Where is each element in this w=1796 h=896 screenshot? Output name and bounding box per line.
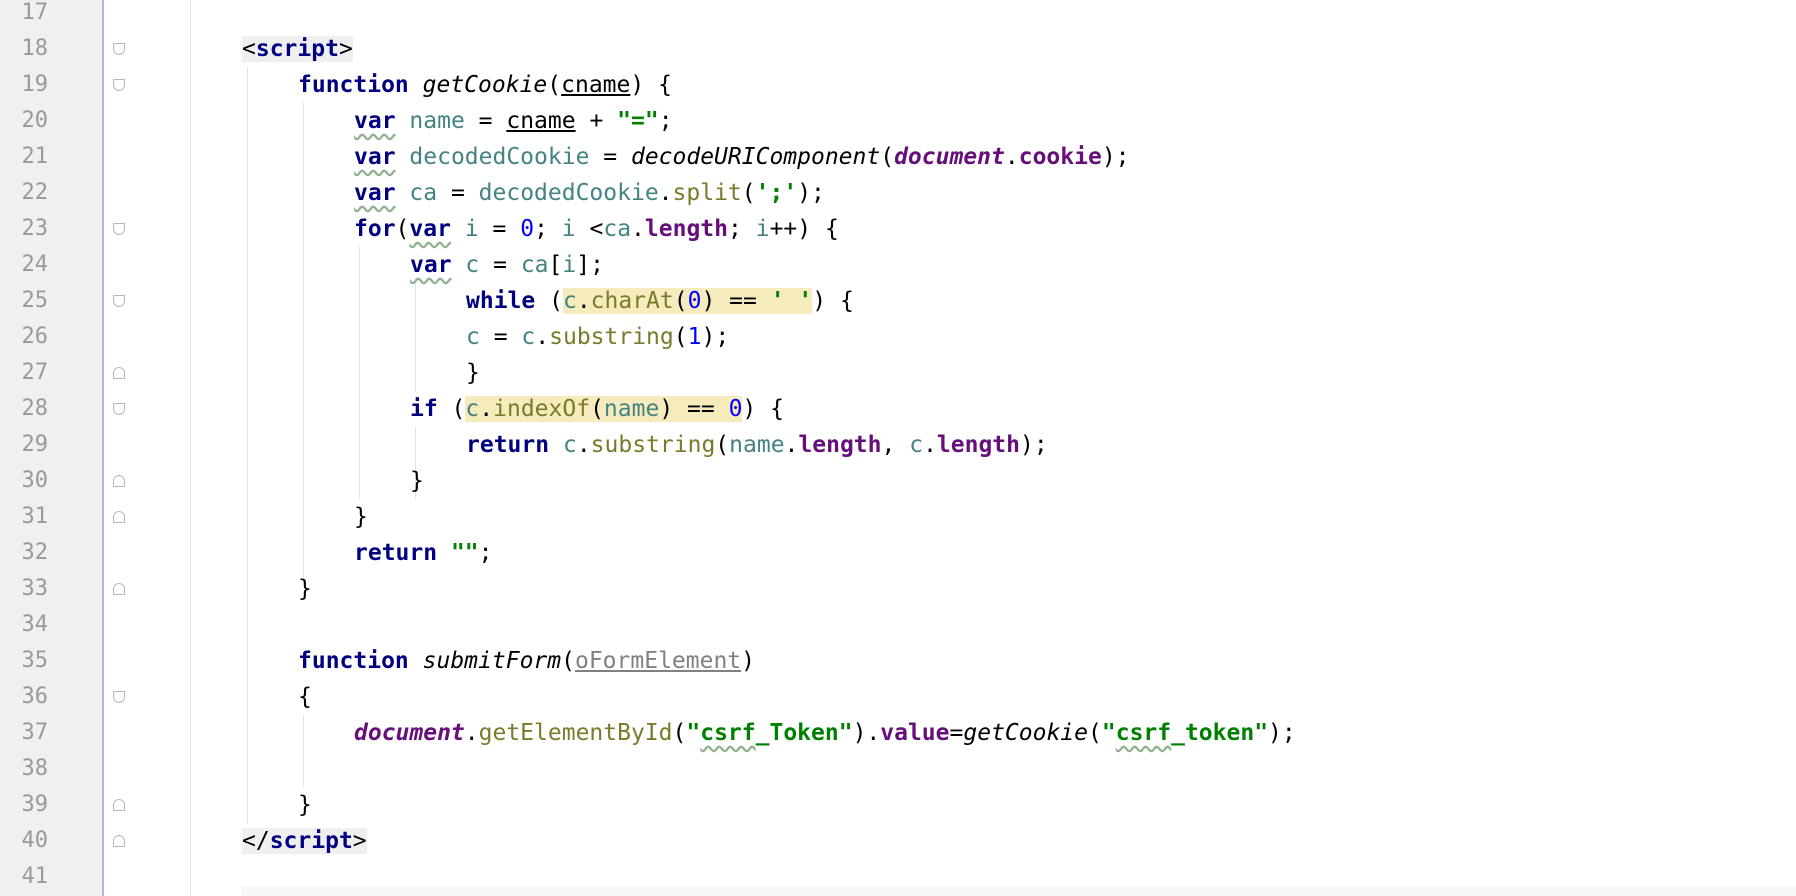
line-number: 28: [21, 396, 49, 421]
code-line-33: }: [298, 576, 312, 602]
code-line-31: }: [354, 504, 368, 530]
line-number: 27: [21, 360, 49, 385]
line-number: 29: [21, 432, 49, 457]
fold-toggle-icon[interactable]: [113, 295, 125, 307]
indent-guide: [359, 247, 360, 499]
line-number: 38: [21, 756, 49, 781]
line-number: 22: [21, 180, 49, 205]
indent-guide: [247, 67, 248, 823]
line-number: 30: [21, 468, 49, 493]
fold-toggle-icon[interactable]: [113, 691, 125, 703]
fold-toggle-icon[interactable]: [113, 367, 125, 379]
fold-toggle-icon[interactable]: [113, 403, 125, 415]
line-number: 35: [21, 648, 49, 673]
code-line-19: function getCookie(cname) {: [298, 72, 672, 98]
line-number: 25: [21, 288, 49, 313]
code-line-20: var name = cname + "=";: [354, 108, 673, 134]
line-number: 23: [21, 216, 49, 241]
line-number: 33: [21, 576, 49, 601]
code-line-37: document.getElementById("csrf_Token").va…: [354, 720, 1296, 746]
indent-guide: [303, 715, 304, 787]
fold-toggle-icon[interactable]: [113, 223, 125, 235]
code-line-29: return c.substring(name.length, c.length…: [466, 432, 1048, 458]
code-line-32: return "";: [354, 540, 493, 566]
line-number: 34: [21, 612, 49, 637]
line-number: 37: [21, 720, 49, 745]
line-number: 32: [21, 540, 49, 565]
fold-toggle-icon[interactable]: [113, 511, 125, 523]
indent-margin-line: [190, 0, 191, 896]
fold-toggle-icon[interactable]: [113, 799, 125, 811]
code-line-25: while (c.charAt(0) == ' ') {: [466, 288, 854, 314]
fold-toggle-icon[interactable]: [113, 79, 125, 91]
fold-toggle-icon[interactable]: [113, 475, 125, 487]
indent-guide: [303, 103, 304, 583]
line-number: 17: [21, 0, 49, 25]
fold-gutter: [104, 0, 190, 896]
line-number: 20: [21, 108, 49, 133]
code-line-35: function submitForm(oFormElement): [298, 648, 756, 674]
code-editor[interactable]: 17 18 19 20 21 22 23 24 25 26 27 28 29 3…: [0, 0, 1796, 896]
code-line-18: <script>: [242, 36, 353, 62]
line-number: 19: [21, 72, 49, 97]
code-line-30: }: [410, 468, 424, 494]
code-line-40: </script>: [242, 828, 367, 854]
line-number: 39: [21, 792, 49, 817]
code-line-36: {: [298, 684, 312, 710]
code-line-24: var c = ca[i];: [410, 252, 604, 278]
line-number: 18: [21, 36, 49, 61]
line-number: 41: [21, 864, 49, 889]
fold-toggle-icon[interactable]: [113, 583, 125, 595]
code-line-28: if (c.indexOf(name) == 0) {: [410, 396, 784, 422]
line-number: 40: [21, 828, 49, 853]
code-line-39: }: [298, 792, 312, 818]
line-number: 36: [21, 684, 49, 709]
code-line-26: c = c.substring(1);: [466, 324, 730, 350]
fold-toggle-icon[interactable]: [113, 43, 125, 55]
line-number: 31: [21, 504, 49, 529]
next-line-highlight: [242, 886, 1796, 896]
code-line-21: var decodedCookie = decodeURIComponent(d…: [354, 144, 1130, 170]
code-line-22: var ca = decodedCookie.split(';');: [354, 180, 825, 206]
indent-guide: [415, 283, 416, 391]
line-number: 26: [21, 324, 49, 349]
code-line-27: }: [466, 360, 480, 386]
line-number: 24: [21, 252, 49, 277]
line-number: 21: [21, 144, 49, 169]
fold-toggle-icon[interactable]: [113, 835, 125, 847]
code-line-23: for(var i = 0; i <ca.length; i++) {: [354, 216, 839, 242]
